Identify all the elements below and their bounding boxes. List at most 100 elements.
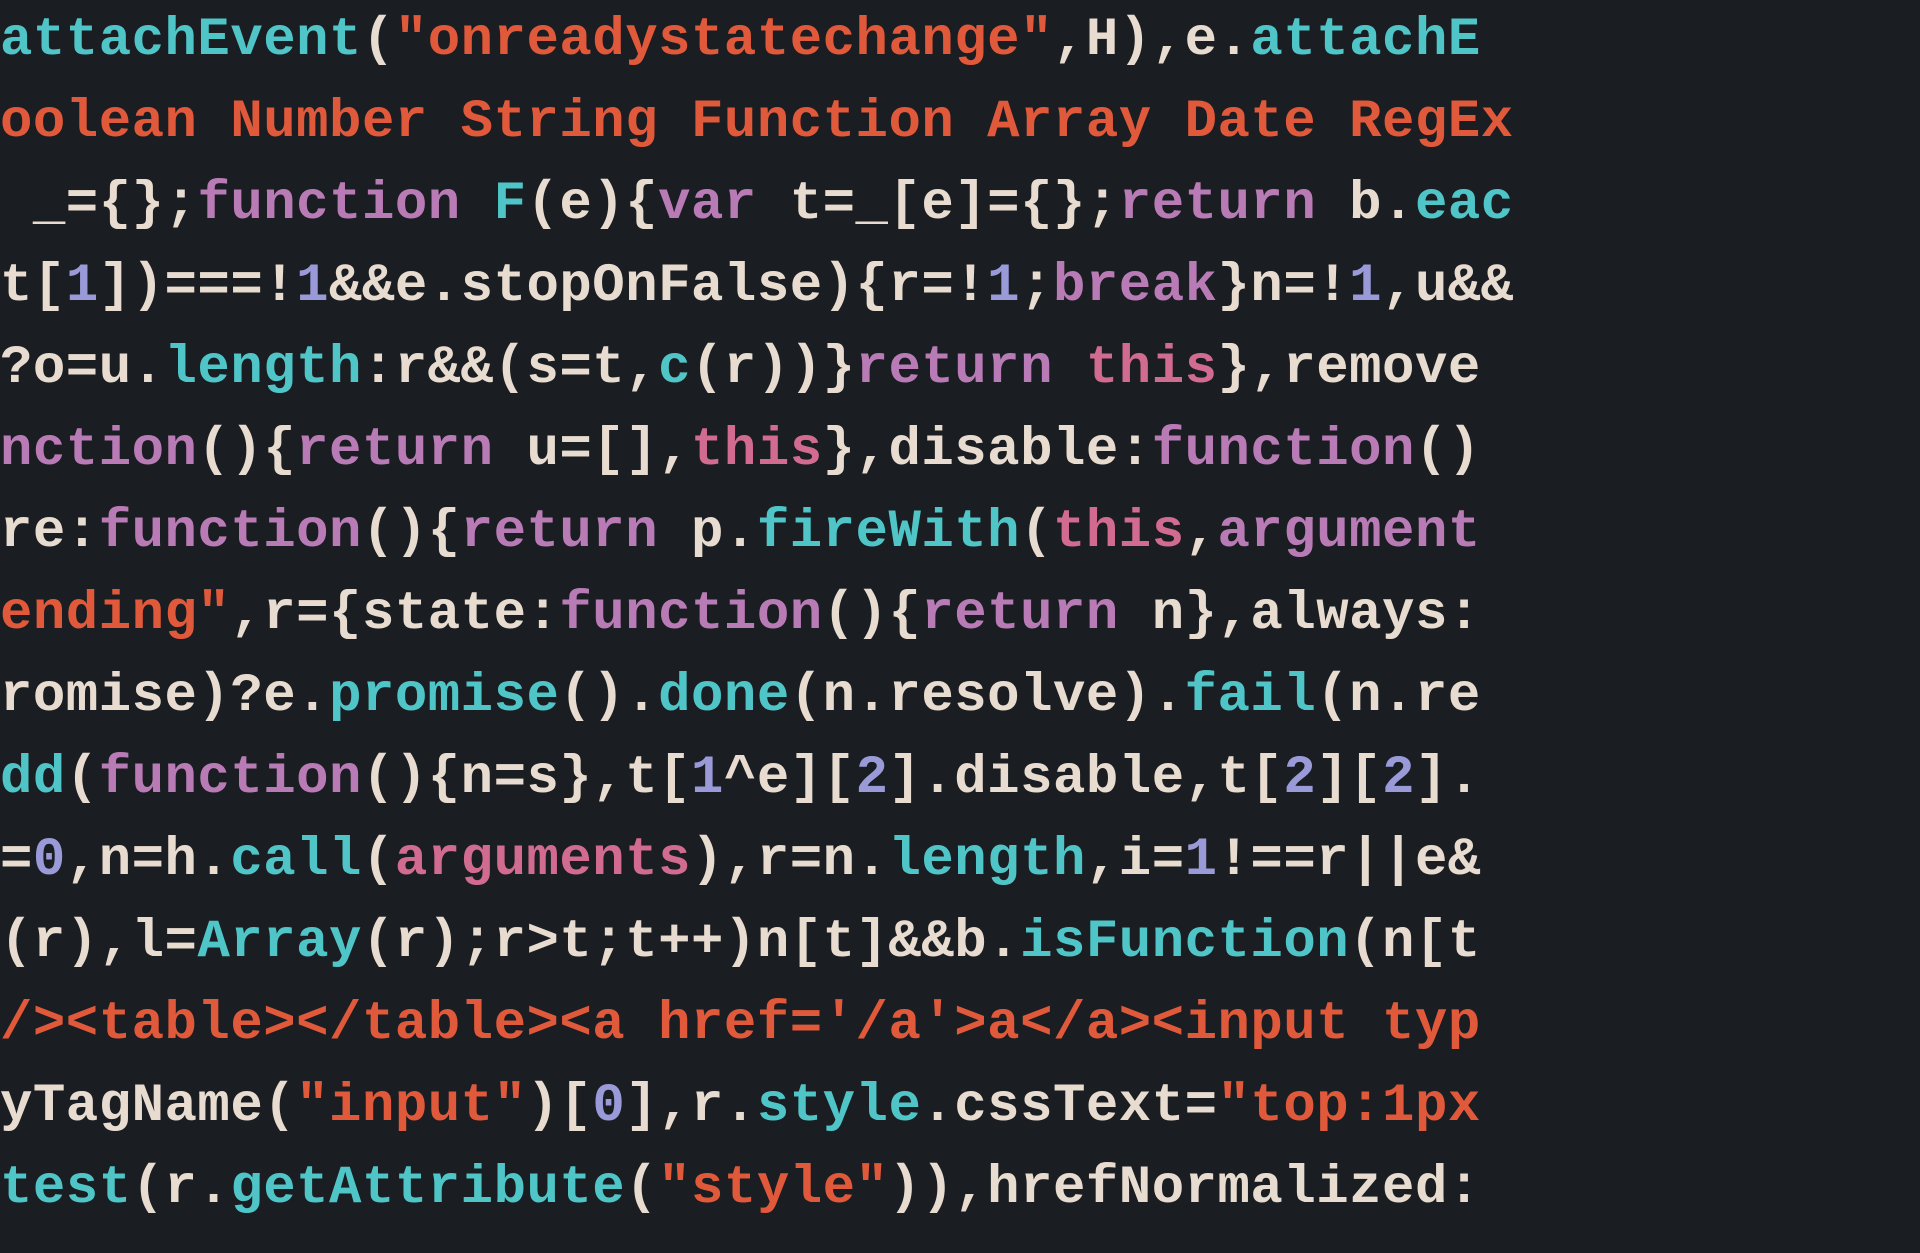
code-editor[interactable]: attachEvent ( "onreadystatechange",H),e.at…: [0, 0, 1920, 1253]
code-token: 1: [66, 256, 99, 317]
code-token: ,H),e.: [1053, 10, 1250, 71]
code-token: function: [1152, 420, 1415, 481]
code-line: /><table></table><a href='/a'>a</a><inpu…: [0, 984, 1920, 1066]
code-line: ?o=u.length:r&&(s=t,c(r))}return this},r…: [0, 328, 1920, 410]
code-token: ,i=: [1086, 830, 1185, 891]
code-token: /><table></table><a href='/a'>a</a><inpu…: [0, 994, 1481, 1055]
code-token: !==r||e&: [1218, 830, 1481, 891]
code-token: (){n=s},t[: [362, 748, 691, 809]
code-token: ][: [1316, 748, 1382, 809]
code-token: (){: [823, 584, 922, 645]
code-token: (: [362, 830, 395, 891]
code-token: "top:1px: [1218, 1076, 1481, 1137]
code-token: )),hrefNormalized:: [888, 1158, 1480, 1219]
code-token: getAttribute: [230, 1158, 625, 1219]
code-token: 0: [33, 830, 66, 891]
code-token: (n[t: [1349, 912, 1481, 973]
code-token: }n=!: [1218, 256, 1350, 317]
code-token: =: [0, 830, 33, 891]
code-token: (r.: [132, 1158, 231, 1219]
code-token: arguments: [395, 830, 691, 891]
code-token: eac: [1415, 174, 1514, 235]
code-token: 1: [1185, 830, 1218, 891]
code-token: [461, 174, 494, 235]
code-token: this: [691, 420, 823, 481]
code-token: ,u&&: [1382, 256, 1514, 317]
code-token: (: [625, 1158, 658, 1219]
code-token: attachE: [1250, 10, 1480, 71]
code-token: u=[],: [494, 420, 691, 481]
code-token: oolean Number String Function Array Date…: [0, 92, 1514, 153]
code-token: (: [1020, 502, 1053, 563]
code-token: length: [888, 830, 1085, 891]
code-token: (){: [362, 502, 461, 563]
code-token: (r))}: [691, 338, 856, 399]
code-token: &&e.stopOnFalse){r=!: [329, 256, 987, 317]
code-token: 1: [987, 256, 1020, 317]
code-token: 1: [1349, 256, 1382, 317]
code-token: function: [99, 502, 362, 563]
code-token: 2: [1283, 748, 1316, 809]
code-line: =0,n=h.call(arguments),r=n.length,i=1!==…: [0, 820, 1920, 902]
code-token: ),r=n.: [691, 830, 888, 891]
code-token: ])===!: [99, 256, 296, 317]
code-line: test(r.getAttribute("style")),hrefNormal…: [0, 1148, 1920, 1230]
code-token: (e){: [527, 174, 659, 235]
code-token: [1053, 338, 1086, 399]
code-token: 0: [592, 1076, 625, 1137]
code-token: fail: [1185, 666, 1317, 727]
code-block: attachEvent ( "onreadystatechange",H),e.at…: [0, 0, 1920, 1230]
code-token: ,r={state:: [230, 584, 559, 645]
code-token: (): [1415, 420, 1481, 481]
code-token: c: [658, 338, 691, 399]
code-token: promise: [329, 666, 559, 727]
code-line: _={};function F(e){var t=_[e]={};return …: [0, 164, 1920, 246]
code-token: return: [461, 502, 658, 563]
code-token: _={};: [0, 174, 197, 235]
code-token: 2: [856, 748, 889, 809]
code-token: done: [658, 666, 790, 727]
code-token: ^e][: [724, 748, 856, 809]
code-token: yTagName(: [0, 1076, 296, 1137]
code-token: nction: [0, 420, 197, 481]
code-line: ending",r={state:function(){return n},al…: [0, 574, 1920, 656]
code-token: return: [296, 420, 493, 481]
code-token: break: [1053, 256, 1218, 317]
code-token: var: [658, 174, 757, 235]
code-token: isFunction: [1020, 912, 1349, 973]
code-token: Array: [197, 912, 362, 973]
code-token: ().: [559, 666, 658, 727]
code-line: oolean Number String Function Array Date…: [0, 82, 1920, 164]
code-token: romise)?e.: [0, 666, 329, 727]
code-token: "onreadystatechange": [395, 10, 1053, 71]
code-token: argument: [1218, 502, 1481, 563]
code-token: attachEvent: [0, 10, 362, 71]
code-token: ?o=u.: [0, 338, 165, 399]
code-token: ,n=h.: [66, 830, 231, 891]
code-line: t[1])===!1&&e.stopOnFalse){r=!1;break}n=…: [0, 246, 1920, 328]
code-token: style: [757, 1076, 922, 1137]
code-token: p.: [658, 502, 757, 563]
code-token: F: [494, 174, 527, 235]
code-token: return: [921, 584, 1118, 645]
code-token: "style": [658, 1158, 888, 1219]
code-token: 2: [1382, 748, 1415, 809]
code-token: (r);r>t;t++)n[t]&&b.: [362, 912, 1020, 973]
code-token: (n.re: [1316, 666, 1481, 727]
code-token: this: [1086, 338, 1218, 399]
code-token: (n.resolve).: [790, 666, 1185, 727]
code-token: ending": [0, 584, 230, 645]
code-token: n},always:: [1119, 584, 1481, 645]
code-token: (: [66, 748, 99, 809]
code-line: re:function(){return p.fireWith(this,arg…: [0, 492, 1920, 574]
code-token: ].disable,t[: [888, 748, 1283, 809]
code-token: 1: [691, 748, 724, 809]
code-token: 1: [296, 256, 329, 317]
code-token: ],r.: [625, 1076, 757, 1137]
code-token: test: [0, 1158, 132, 1219]
code-line: (r),l=Array(r);r>t;t++)n[t]&&b.isFunctio…: [0, 902, 1920, 984]
code-token: return: [856, 338, 1053, 399]
code-token: ;: [1020, 256, 1053, 317]
code-token: t=_[e]={};: [757, 174, 1119, 235]
code-token: .cssText=: [921, 1076, 1217, 1137]
